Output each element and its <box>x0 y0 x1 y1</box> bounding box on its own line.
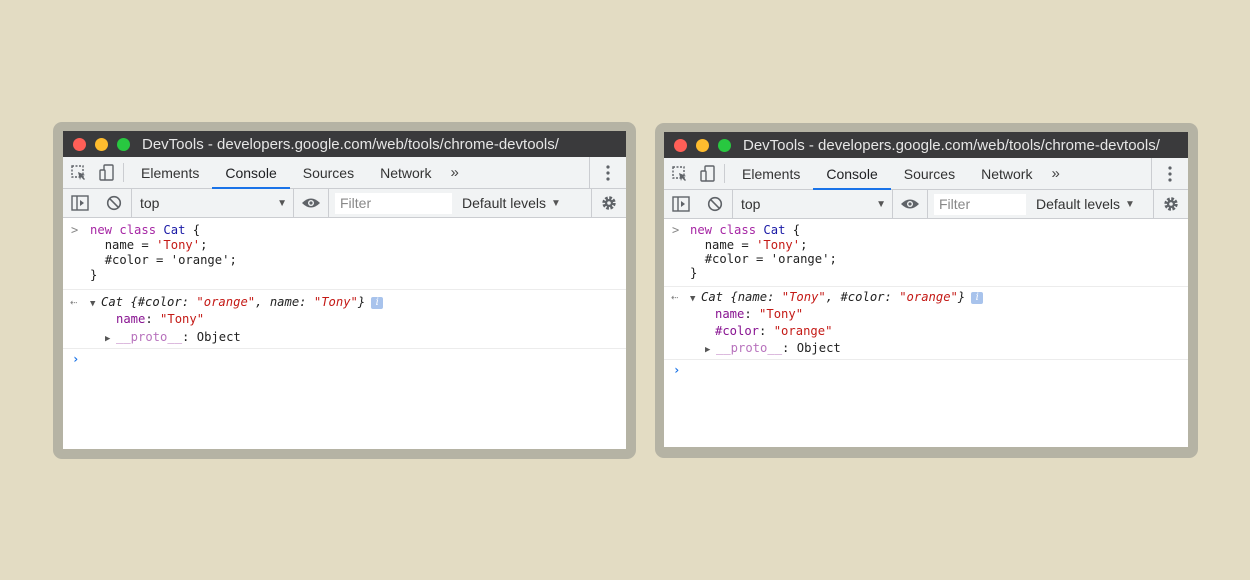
clear-console-icon[interactable] <box>698 190 733 218</box>
tab-elements[interactable]: Elements <box>128 157 212 188</box>
console-prompt-icon: › <box>72 352 80 366</box>
context-selector[interactable]: top ▼ <box>733 190 893 218</box>
show-sidebar-icon[interactable] <box>63 195 97 211</box>
console-result-entry: ⇠ ▼ Cat {name: "Tony", #color: "orange"} i… <box>664 287 1188 360</box>
toolbar-divider <box>724 164 725 183</box>
code-line: name = 'Tony'; <box>704 238 808 252</box>
devtools-frame-left: DevTools - developers.google.com/web/too… <box>53 122 636 459</box>
tab-network[interactable]: Network <box>968 158 1045 189</box>
code-line: } <box>90 268 98 282</box>
console-toolbar: top ▼ Filter Default levels ▼ <box>63 189 626 218</box>
live-expression-eye-icon[interactable] <box>893 190 928 218</box>
console-output: > new class Cat { name = 'Tony'; #color … <box>63 218 626 371</box>
devtools-frame-right: DevTools - developers.google.com/web/too… <box>655 123 1198 458</box>
input-prompt-icon: > <box>71 223 79 237</box>
expanded-triangle-icon[interactable]: ▼ <box>90 297 101 312</box>
console-prompt-icon: › <box>673 363 681 377</box>
more-tabs-button[interactable]: » <box>444 157 464 188</box>
context-value: top <box>741 196 761 212</box>
device-toolbar-icon[interactable] <box>696 158 720 189</box>
console-output: > new class Cat { name = 'Tony'; #color … <box>664 219 1188 382</box>
close-window-button[interactable] <box>73 137 86 151</box>
collapsed-triangle-icon[interactable]: ▶ <box>705 343 716 358</box>
devtools-window-left: DevTools - developers.google.com/web/too… <box>63 131 626 449</box>
console-prompt[interactable]: › <box>664 360 1188 382</box>
code-line: #color = 'orange'; <box>104 253 237 267</box>
settings-gear-icon[interactable] <box>591 189 626 217</box>
window-title: DevTools - developers.google.com/web/too… <box>743 136 1160 154</box>
code-line: new class Cat { <box>690 223 801 237</box>
object-property: #color: "orange" <box>715 324 833 338</box>
tab-elements[interactable]: Elements <box>729 158 813 189</box>
more-tabs-button[interactable]: » <box>1045 158 1065 189</box>
show-sidebar-icon[interactable] <box>664 196 698 212</box>
toolbar-divider <box>123 163 124 182</box>
close-window-button[interactable] <box>674 138 687 152</box>
devtools-window-right: DevTools - developers.google.com/web/too… <box>664 132 1188 447</box>
console-toolbar: top ▼ Filter Default levels ▼ <box>664 190 1188 219</box>
dropdown-caret-icon: ▼ <box>277 197 287 209</box>
expanded-triangle-icon[interactable]: ▼ <box>690 292 701 307</box>
title-bar: DevTools - developers.google.com/web/too… <box>664 132 1188 158</box>
panel-tab-bar: Elements Console Sources Network » <box>63 157 626 189</box>
tab-network[interactable]: Network <box>367 157 444 188</box>
log-levels-label: Default levels <box>1036 196 1121 212</box>
console-prompt[interactable]: › <box>63 349 626 371</box>
filter-input[interactable]: Filter <box>335 192 452 214</box>
dropdown-caret-icon: ▼ <box>876 198 886 210</box>
title-bar: DevTools - developers.google.com/web/too… <box>63 131 626 157</box>
panel-tab-bar: Elements Console Sources Network » <box>664 158 1188 190</box>
log-levels-dropdown[interactable]: Default levels ▼ <box>462 195 561 211</box>
dropdown-caret-icon: ▼ <box>1125 198 1135 210</box>
object-summary[interactable]: ▼ Cat {name: "Tony", #color: "orange"} i <box>664 290 1188 305</box>
log-levels-dropdown[interactable]: Default levels ▼ <box>1036 196 1135 212</box>
maximize-window-button[interactable] <box>117 137 130 151</box>
filter-input[interactable]: Filter <box>934 193 1026 215</box>
more-options-icon[interactable] <box>589 157 626 188</box>
object-proto[interactable]: ▶ __proto__: Object <box>63 330 626 345</box>
code-line: } <box>690 266 698 280</box>
object-proto[interactable]: ▶ __proto__: Object <box>664 341 1188 356</box>
maximize-window-button[interactable] <box>718 138 731 152</box>
minimize-window-button[interactable] <box>696 138 709 152</box>
tab-sources[interactable]: Sources <box>891 158 968 189</box>
info-icon[interactable]: i <box>971 291 984 304</box>
inspect-element-icon[interactable] <box>664 158 696 189</box>
object-property: name: "Tony" <box>715 307 804 321</box>
object-summary[interactable]: ▼ Cat {#color: "orange", name: "Tony"} i <box>63 295 626 310</box>
code-line: #color = 'orange'; <box>704 252 837 266</box>
live-expression-eye-icon[interactable] <box>294 189 329 217</box>
tab-sources[interactable]: Sources <box>290 157 367 188</box>
tab-console[interactable]: Console <box>212 157 291 189</box>
log-levels-label: Default levels <box>462 195 547 211</box>
console-result-entry: ⇠ ▼ Cat {#color: "orange", name: "Tony"} i… <box>63 290 626 349</box>
object-property: name: "Tony" <box>116 312 205 326</box>
info-icon[interactable]: i <box>371 296 384 309</box>
collapsed-triangle-icon[interactable]: ▶ <box>105 332 116 347</box>
input-prompt-icon: > <box>672 223 680 237</box>
inspect-element-icon[interactable] <box>63 157 95 188</box>
clear-console-icon[interactable] <box>97 189 132 217</box>
dropdown-caret-icon: ▼ <box>551 197 561 209</box>
result-arrow-icon: ⇠ <box>671 290 679 304</box>
settings-gear-icon[interactable] <box>1153 190 1188 218</box>
tab-console[interactable]: Console <box>813 158 892 190</box>
code-line: new class Cat { <box>90 223 201 237</box>
console-input-entry: > new class Cat { name = 'Tony'; #color … <box>63 218 626 290</box>
console-input-entry: > new class Cat { name = 'Tony'; #color … <box>664 219 1188 287</box>
window-title: DevTools - developers.google.com/web/too… <box>142 135 559 153</box>
code-line: name = 'Tony'; <box>104 238 208 252</box>
device-toolbar-icon[interactable] <box>95 157 119 188</box>
result-arrow-icon: ⇠ <box>70 295 78 309</box>
context-selector[interactable]: top ▼ <box>132 189 294 217</box>
more-options-icon[interactable] <box>1151 158 1188 189</box>
minimize-window-button[interactable] <box>95 137 108 151</box>
context-value: top <box>140 195 160 211</box>
